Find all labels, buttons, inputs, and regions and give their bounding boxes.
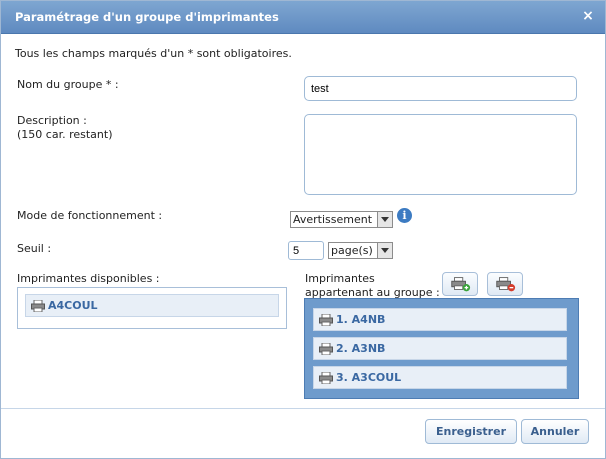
threshold-unit-select[interactable]: page(s)	[328, 242, 393, 259]
list-item[interactable]: 1. A4NB	[313, 308, 567, 331]
mode-select-value: Avertissement	[293, 213, 373, 226]
group-printers-label-line1: Imprimantes	[305, 272, 375, 285]
printer-icon	[31, 300, 45, 312]
close-icon[interactable]: ×	[581, 9, 595, 23]
save-button[interactable]: Enregistrer	[425, 419, 517, 444]
cancel-button[interactable]: Annuler	[521, 419, 589, 444]
add-printer-icon	[451, 277, 471, 292]
threshold-input[interactable]	[288, 241, 324, 260]
printer-name: 2. A3NB	[336, 342, 386, 355]
printer-icon	[319, 314, 333, 326]
footer-divider	[1, 408, 605, 409]
printer-name: A4COUL	[48, 299, 98, 312]
chevron-down-icon	[377, 212, 392, 227]
required-fields-note: Tous les champs marqués d'un * sont obli…	[15, 47, 292, 60]
printer-icon	[319, 343, 333, 355]
description-char-count: (150 car. restant)	[17, 128, 113, 141]
info-icon[interactable]: i	[397, 208, 412, 223]
add-printer-button[interactable]	[442, 272, 478, 296]
dialog-titlebar: Paramétrage d'un groupe d'imprimantes ×	[1, 1, 605, 34]
group-printers-list: 1. A4NB 2. A3NB 3. A3COUL	[304, 298, 579, 399]
threshold-unit-value: page(s)	[331, 244, 373, 257]
list-item[interactable]: 3. A3COUL	[313, 366, 567, 389]
printer-name: 1. A4NB	[336, 313, 386, 326]
group-name-input[interactable]	[304, 76, 577, 101]
list-item[interactable]: A4COUL	[25, 294, 279, 317]
chevron-down-icon	[377, 243, 392, 258]
description-textarea[interactable]	[304, 114, 577, 195]
description-label: Description :	[17, 114, 87, 127]
list-item[interactable]: 2. A3NB	[313, 337, 567, 360]
available-printers-label: Imprimantes disponibles :	[17, 272, 160, 285]
dialog-title: Paramétrage d'un groupe d'imprimantes	[15, 10, 279, 24]
printer-group-dialog: Paramétrage d'un groupe d'imprimantes × …	[0, 0, 606, 459]
threshold-label: Seuil :	[17, 242, 52, 255]
available-printers-list: A4COUL	[17, 287, 287, 329]
mode-label: Mode de fonctionnement :	[17, 209, 163, 222]
group-name-label: Nom du groupe * :	[17, 78, 119, 91]
remove-printer-button[interactable]	[487, 272, 523, 296]
remove-printer-icon	[496, 277, 516, 292]
mode-select[interactable]: Avertissement	[290, 211, 393, 228]
printer-icon	[319, 372, 333, 384]
printer-name: 3. A3COUL	[336, 371, 402, 384]
